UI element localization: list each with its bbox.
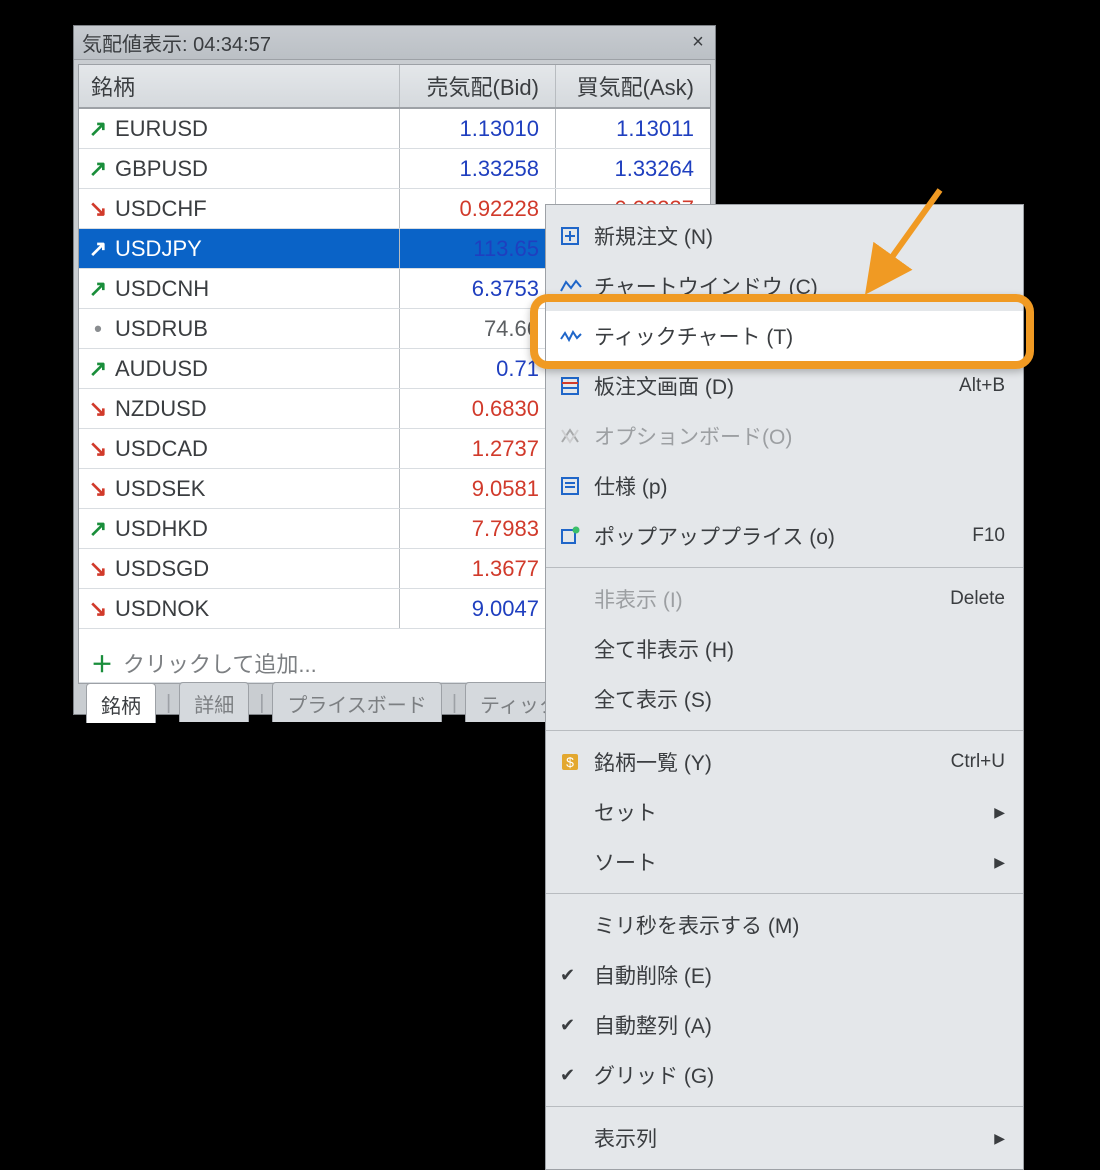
tab-symbols[interactable]: 銘柄	[86, 683, 156, 723]
symbol-label: USDNOK	[115, 596, 209, 622]
table-row[interactable]: EURUSD 1.130101.13011	[79, 109, 710, 149]
menu-sort[interactable]: ソート ▶	[546, 837, 1023, 887]
bid-cell: 6.3753	[399, 269, 555, 308]
check-icon	[560, 1062, 594, 1088]
direction-icon	[91, 242, 105, 256]
bid-cell: 9.0047	[399, 589, 555, 628]
bid-cell: 74.66	[399, 309, 555, 348]
menu-hide: 非表示 (I) Delete	[546, 574, 1023, 624]
direction-icon	[91, 442, 105, 456]
check-icon	[560, 1012, 594, 1038]
symbol-label: USDRUB	[115, 316, 208, 342]
bid-cell: 9.0581	[399, 469, 555, 508]
symbol-label: AUDUSD	[115, 356, 208, 382]
close-button[interactable]: ×	[687, 32, 709, 54]
bid-cell: 1.2737	[399, 429, 555, 468]
symbol-label: EURUSD	[115, 116, 208, 142]
tab-priceboard[interactable]: プライスボード	[272, 682, 441, 722]
menu-grid[interactable]: グリッド (G)	[546, 1050, 1023, 1100]
direction-icon	[91, 282, 105, 296]
col-symbol[interactable]: 銘柄	[79, 70, 399, 102]
svg-text:$: $	[566, 754, 574, 770]
menu-tick-chart[interactable]: ティックチャート (T)	[546, 311, 1023, 361]
direction-icon	[91, 162, 105, 176]
direction-icon	[91, 362, 105, 376]
direction-icon	[91, 602, 105, 616]
submenu-arrow-icon: ▶	[994, 1130, 1005, 1147]
symbol-label: GBPUSD	[115, 156, 208, 182]
direction-icon	[91, 322, 105, 336]
table-header: 銘柄 売気配(Bid) 買気配(Ask)	[79, 65, 710, 109]
submenu-arrow-icon: ▶	[994, 854, 1005, 871]
menu-auto-delete[interactable]: 自動削除 (E)	[546, 950, 1023, 1000]
titlebar[interactable]: 気配値表示: 04:34:57 ×	[74, 26, 715, 60]
direction-icon	[91, 562, 105, 576]
bid-cell: 0.92228	[399, 189, 555, 228]
direction-icon	[91, 522, 105, 536]
symbol-label: USDJPY	[115, 236, 202, 262]
menu-show-milliseconds[interactable]: ミリ秒を表示する (M)	[546, 900, 1023, 950]
direction-icon	[91, 402, 105, 416]
close-icon: ×	[692, 31, 704, 54]
bid-cell: 1.33258	[399, 149, 555, 188]
option-board-icon	[560, 423, 594, 449]
menu-symbols-list[interactable]: $ 銘柄一覧 (Y) Ctrl+U	[546, 737, 1023, 787]
tab-details[interactable]: 詳細	[179, 682, 249, 722]
direction-icon	[91, 482, 105, 496]
bid-cell: 1.13010	[399, 109, 555, 148]
menu-hide-all[interactable]: 全て非表示 (H)	[546, 624, 1023, 674]
plus-icon: ＋	[91, 647, 113, 679]
symbol-label: NZDUSD	[115, 396, 207, 422]
bid-cell: 0.6830	[399, 389, 555, 428]
col-bid[interactable]: 売気配(Bid)	[399, 65, 555, 107]
check-icon	[560, 962, 594, 988]
menu-auto-arrange[interactable]: 自動整列 (A)	[546, 1000, 1023, 1050]
ask-cell: 1.33264	[555, 149, 710, 188]
col-ask[interactable]: 買気配(Ask)	[555, 65, 710, 107]
menu-columns[interactable]: 表示列 ▶	[546, 1113, 1023, 1163]
menu-specification[interactable]: 仕様 (p)	[546, 461, 1023, 511]
tick-chart-icon	[560, 323, 594, 349]
symbol-label: USDCHF	[115, 196, 207, 222]
symbol-label: USDCNH	[115, 276, 209, 302]
menu-show-all[interactable]: 全て表示 (S)	[546, 674, 1023, 724]
new-order-icon	[560, 223, 594, 249]
menu-chart-window[interactable]: チャートウインドウ (C)	[546, 261, 1023, 311]
popup-icon	[560, 523, 594, 549]
chart-window-icon	[560, 273, 594, 299]
bid-cell: 1.3677	[399, 549, 555, 588]
menu-option-board: オプションボード(O)	[546, 411, 1023, 461]
direction-icon	[91, 202, 105, 216]
submenu-arrow-icon: ▶	[994, 804, 1005, 821]
bid-cell: 113.65	[399, 229, 555, 268]
symbols-icon: $	[560, 749, 594, 775]
menu-separator	[546, 567, 1023, 568]
direction-icon	[91, 122, 105, 136]
menu-popup-prices[interactable]: ポップアッププライス (o) F10	[546, 511, 1023, 561]
context-menu: 新規注文 (N) チャートウインドウ (C) ティックチャート (T) 板注文画…	[545, 204, 1024, 1170]
menu-separator	[546, 730, 1023, 731]
ask-cell: 1.13011	[555, 109, 710, 148]
bid-cell: 0.71	[399, 349, 555, 388]
menu-separator	[546, 1106, 1023, 1107]
bid-cell: 7.7983	[399, 509, 555, 548]
add-row-label: クリックして追加...	[123, 647, 317, 679]
spec-icon	[560, 473, 594, 499]
symbol-label: USDSGD	[115, 556, 209, 582]
depth-icon	[560, 373, 594, 399]
window-title: 気配値表示: 04:34:57	[82, 28, 687, 57]
table-row[interactable]: GBPUSD 1.332581.33264	[79, 149, 710, 189]
menu-depth-of-market[interactable]: 板注文画面 (D) Alt+B	[546, 361, 1023, 411]
menu-set[interactable]: セット ▶	[546, 787, 1023, 837]
menu-new-order[interactable]: 新規注文 (N)	[546, 211, 1023, 261]
menu-separator	[546, 893, 1023, 894]
symbol-label: USDCAD	[115, 436, 208, 462]
symbol-label: USDHKD	[115, 516, 208, 542]
symbol-label: USDSEK	[115, 476, 205, 502]
